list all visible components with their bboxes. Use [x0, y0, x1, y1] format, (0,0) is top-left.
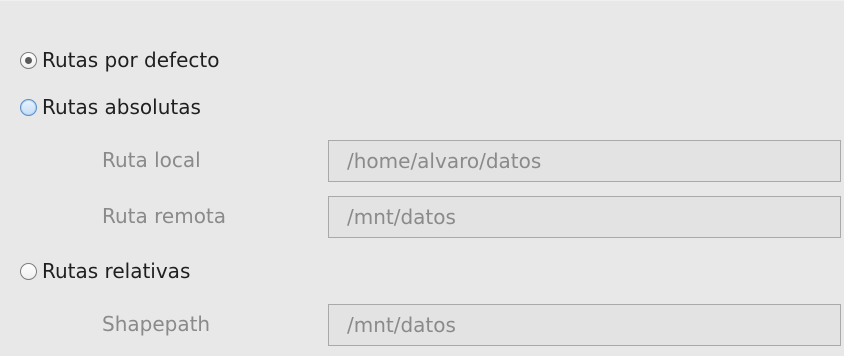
- radio-relative-paths[interactable]: Rutas relativas: [20, 256, 190, 286]
- radio-button-relative-paths[interactable]: [20, 262, 37, 280]
- radio-label-absolute-paths: Rutas absolutas: [42, 95, 201, 119]
- radio-label-default-paths: Rutas por defecto: [42, 48, 220, 72]
- shapepath-input[interactable]: [328, 304, 841, 346]
- remote-path-input[interactable]: [328, 196, 841, 238]
- path-settings-panel: Rutas por defecto Rutas absolutas Ruta l…: [0, 0, 844, 356]
- remote-path-label: Ruta remota: [102, 204, 227, 228]
- radio-label-relative-paths: Rutas relativas: [42, 259, 191, 283]
- shapepath-label: Shapepath: [102, 312, 211, 336]
- local-path-label: Ruta local: [102, 148, 201, 172]
- radio-button-default-paths[interactable]: [20, 51, 37, 69]
- radio-absolute-paths[interactable]: Rutas absolutas: [20, 92, 201, 122]
- local-path-input[interactable]: [328, 140, 841, 182]
- radio-button-absolute-paths[interactable]: [20, 98, 37, 116]
- radio-default-paths[interactable]: Rutas por defecto: [20, 45, 219, 75]
